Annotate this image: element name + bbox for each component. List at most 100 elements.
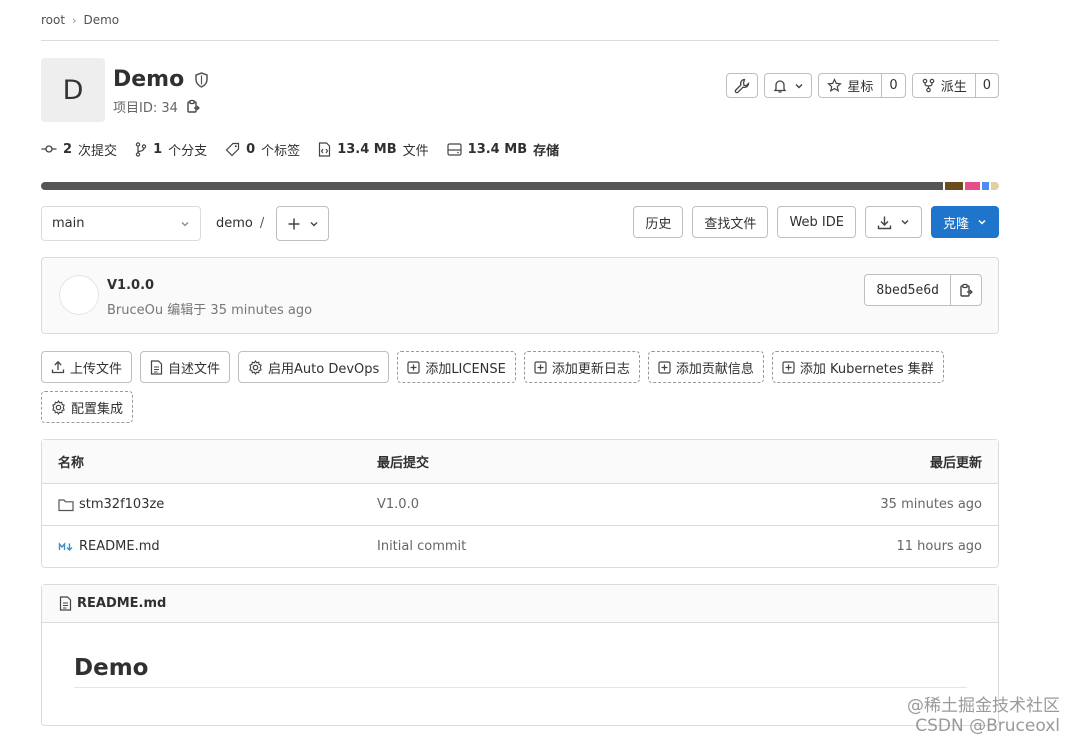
plus-icon [287,217,301,231]
download-button[interactable] [864,206,922,238]
language-bar-segment[interactable] [41,182,944,190]
clone-label: 克隆 [942,216,969,232]
file-last-update: 11 hours ago [896,539,982,554]
readme-filename[interactable]: README.md [77,596,166,611]
watermark-line-1: @稀土掘金技术社区 [907,696,1060,716]
download-icon [877,215,892,230]
file-last-commit[interactable]: V1.0.0 [377,497,419,512]
toolbar-actions: 历史 查找文件 Web IDE 克隆 [633,206,999,238]
commit-action: 编辑于 [167,303,207,318]
wrench-icon [734,78,750,94]
table-row[interactable]: stm32f103ze V1.0.0 35 minutes ago [42,483,998,525]
auto-devops-button[interactable]: 启用Auto DevOps [238,351,390,383]
file-name: stm32f103ze [79,497,165,512]
star-button[interactable]: 星标 [819,74,881,97]
add-contributing-label: 添加贡献信息 [675,361,754,377]
files-size: 13.4 MB [337,141,397,157]
file-name: README.md [79,539,160,554]
files-stat[interactable]: 13.4 MB 文件 [318,140,429,159]
language-bar-segment[interactable] [965,182,980,190]
commits-count: 2 [63,141,73,157]
star-label: 星标 [847,80,874,95]
path-segment[interactable]: demo [216,216,253,231]
web-ide-button[interactable]: Web IDE [777,206,856,238]
copy-sha-button[interactable] [950,275,981,305]
star-count[interactable]: 0 [881,74,904,97]
storage-stat[interactable]: 13.4 MB 存储 [447,140,559,159]
branches-label: 个分支 [168,143,208,159]
history-button[interactable]: 历史 [633,206,684,238]
language-bar-segment[interactable] [981,182,990,190]
file-last-commit[interactable]: Initial commit [377,539,466,554]
chevron-down-icon [794,81,804,91]
star-button-group: 星标 0 [818,73,906,98]
quick-actions: 上传文件 自述文件 启用Auto DevOps 添加LICENSE 添加更新日志 [41,351,999,423]
last-commit-box: V1.0.0 BruceOu 编辑于 35 minutes ago 8bed5e… [41,257,999,334]
clone-button[interactable]: 克隆 [930,206,999,238]
fork-icon [921,78,936,93]
fork-label: 派生 [940,80,967,95]
upload-file-button[interactable]: 上传文件 [41,351,133,383]
commit-sha[interactable]: 8bed5e6d [865,275,950,305]
readme-panel: README.md Demo [41,584,999,726]
file-name-cell[interactable]: stm32f103ze [58,497,164,512]
breadcrumb-root[interactable]: root [41,13,65,27]
add-to-tree-button[interactable] [276,206,329,241]
project-stats: 2 次提交 1 个分支 0 个标签 13.4 MB 文件 13.4 MB 存储 [41,127,999,171]
notification-button[interactable] [764,73,813,98]
header-actions: 星标 0 派生 0 [726,73,999,98]
readme-header: README.md [42,585,998,623]
path-separator: / [259,216,265,231]
table-header-row: 名称 最后提交 最后更新 [42,440,998,483]
find-file-button[interactable]: 查找文件 [692,206,769,238]
readme-button[interactable]: 自述文件 [140,351,231,383]
add-license-button[interactable]: 添加LICENSE [397,351,516,383]
branch-name: main [52,216,85,231]
add-kubernetes-button[interactable]: 添加 Kubernetes 集群 [771,351,944,383]
commit-title[interactable]: V1.0.0 [107,278,154,293]
configure-integrations-label: 配置集成 [71,401,124,417]
fork-count[interactable]: 0 [974,74,998,97]
readme-label: 自述文件 [168,361,221,377]
settings-button[interactable] [726,73,759,98]
language-bar[interactable] [41,182,999,190]
storage-size: 13.4 MB [467,141,528,157]
chevron-down-icon [977,217,987,227]
plus-square-icon [407,360,420,374]
repo-toolbar: main demo / 历史 查找文件 Web IDE 克隆 [41,206,999,241]
commit-author[interactable]: BruceOu [107,303,163,318]
branches-stat[interactable]: 1 个分支 [135,140,207,159]
copy-icon[interactable] [186,99,200,114]
chevron-down-icon [900,217,910,227]
tags-stat[interactable]: 0 个标签 [225,140,300,159]
plus-square-icon [782,360,795,374]
col-header-last-commit: 最后提交 [377,456,430,471]
branch-selector[interactable]: main [41,206,201,241]
file-code-icon [318,141,331,157]
gear-icon [51,399,66,415]
project-avatar: D [41,58,105,122]
watermark-line-2: CSDN @Bruceoxl [915,716,1060,736]
configure-integrations-button[interactable]: 配置集成 [41,391,134,423]
chevron-right-icon: › [72,13,77,27]
avatar[interactable] [59,275,99,315]
readme-heading: Demo [74,655,967,688]
bell-icon [772,78,788,94]
language-bar-segment[interactable] [991,182,999,190]
file-last-update: 35 minutes ago [880,497,982,512]
commits-stat[interactable]: 2 次提交 [41,140,117,159]
repo-path: demo / [216,216,264,231]
commit-icon [41,143,57,155]
file-name-cell[interactable]: README.md [58,539,160,554]
add-changelog-button[interactable]: 添加更新日志 [523,351,640,383]
commit-meta: BruceOu 编辑于 35 minutes ago [107,299,312,318]
upload-icon [51,360,65,374]
language-bar-segment[interactable] [945,182,964,190]
markdown-icon [58,541,74,553]
fork-button[interactable]: 派生 [913,74,975,97]
breadcrumb-project[interactable]: Demo [83,13,119,27]
fork-button-group: 派生 0 [911,73,999,98]
add-contributing-button[interactable]: 添加贡献信息 [647,351,764,383]
star-icon [827,78,843,93]
table-row[interactable]: README.md Initial commit 11 hours ago [42,525,998,567]
